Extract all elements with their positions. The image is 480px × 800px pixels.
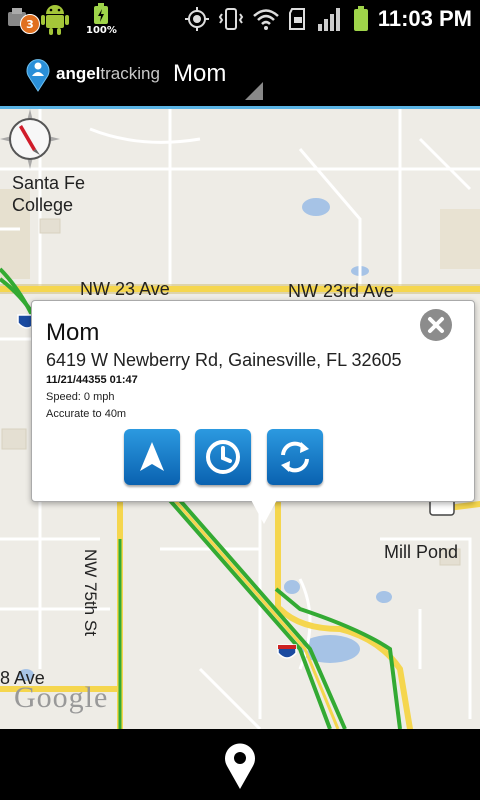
navigate-icon — [140, 442, 164, 471]
battery-percent: 100% — [86, 24, 117, 36]
angeltracking-logo: angeltracking — [24, 56, 160, 92]
sdcard-icon — [288, 8, 305, 30]
popup-pointer — [250, 498, 278, 524]
location-pin-icon — [225, 743, 255, 789]
status-bar-notifications: 3 100% — [0, 0, 117, 38]
battery-icon — [94, 2, 109, 24]
compass-icon[interactable] — [0, 109, 60, 169]
person-selector[interactable]: Mom — [173, 60, 226, 88]
wifi-icon — [252, 9, 279, 30]
status-bar: 3 100% 11:03 PM — [0, 0, 480, 38]
battery-status: 100% — [86, 2, 117, 36]
location-info-popup: Mom 6419 W Newberry Rd, Gainesville, FL … — [31, 300, 475, 502]
angel-person-pin-icon — [26, 59, 50, 92]
vibrate-icon — [218, 8, 244, 30]
close-button[interactable] — [420, 309, 452, 341]
my-location-button[interactable] — [222, 741, 258, 791]
popup-address: 6419 W Newberry Rd, Gainesville, FL 3260… — [46, 350, 402, 370]
android-icon — [41, 5, 69, 35]
refresh-icon — [281, 441, 309, 473]
map-label-nw-75th-st: NW 75th St — [81, 549, 100, 636]
google-attribution: Google — [14, 681, 109, 714]
signal-icon — [317, 8, 340, 31]
popup-speed: Speed: 0 mph — [46, 391, 115, 403]
history-button[interactable] — [195, 429, 251, 485]
popup-accuracy: Accurate to 40m — [46, 408, 127, 420]
refresh-button[interactable] — [267, 429, 323, 485]
notification-count-badge: 3 — [20, 14, 40, 34]
close-icon — [421, 310, 451, 340]
map-label-nw-23-ave: NW 23 Ave — [80, 279, 170, 299]
popup-person-name: Mom — [46, 319, 100, 346]
map-label-college: Santa Fe College — [12, 173, 86, 215]
history-clock-icon — [206, 440, 240, 474]
lake-water — [302, 198, 330, 216]
navigate-button[interactable] — [124, 429, 180, 485]
status-bar-system: 11:03 PM — [184, 0, 472, 38]
person-selector-dropdown-icon[interactable] — [245, 82, 263, 100]
gps-icon — [184, 7, 209, 31]
map-label-nw-23rd-ave: NW 23rd Ave — [288, 281, 394, 301]
battery-full-icon — [353, 6, 368, 31]
status-time: 11:03 PM — [377, 6, 472, 31]
logo-text: angeltracking — [56, 64, 160, 83]
map-label-mill-pond: Mill Pond — [384, 542, 459, 562]
app-header: angeltracking Mom — [0, 38, 480, 109]
bottom-toolbar — [0, 729, 480, 800]
popup-timestamp: 11/21/44355 01:47 — [46, 374, 138, 386]
